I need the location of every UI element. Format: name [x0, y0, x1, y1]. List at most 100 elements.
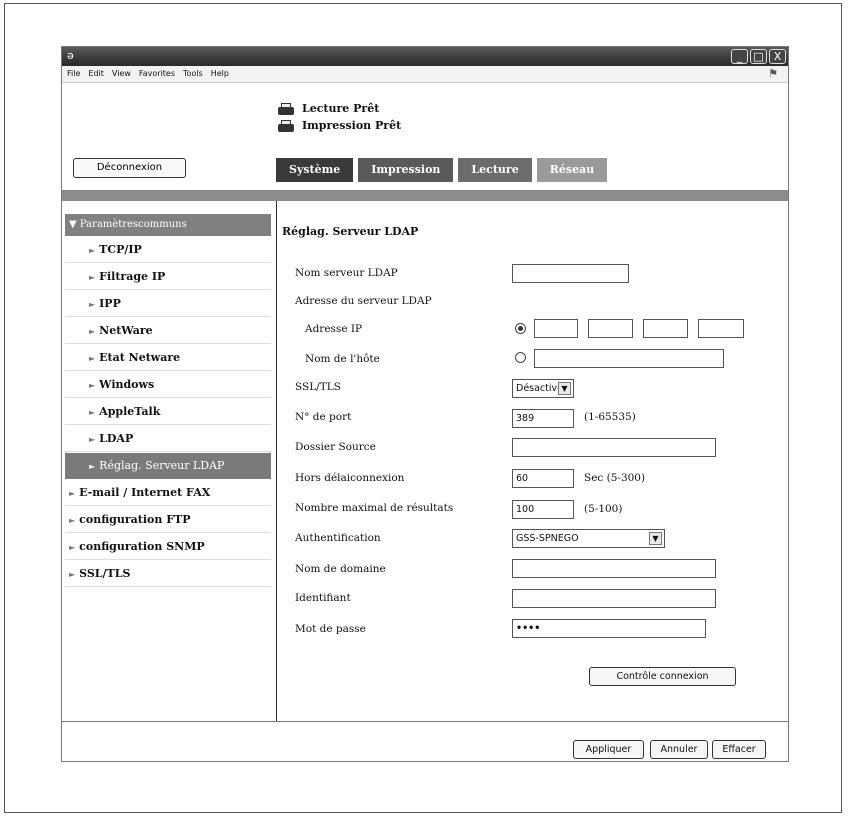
- clear-button[interactable]: Effacer: [712, 740, 766, 759]
- arrow-icon: ►: [89, 380, 96, 390]
- check-connection-button[interactable]: Contrôle connexion: [589, 667, 736, 686]
- title-bar: ə _ □ X: [62, 47, 788, 66]
- footer-divider: [62, 721, 788, 722]
- server-address-label: Adresse du serveur LDAP: [295, 295, 432, 307]
- port-input[interactable]: 389: [512, 409, 574, 428]
- browser-window: ə _ □ X File Edit View Favorites Tools H…: [61, 46, 789, 762]
- sidebar-item-label: LDAP: [99, 432, 134, 445]
- source-folder-input[interactable]: [512, 438, 716, 457]
- sidebar-item-etat-netware[interactable]: ► Etat Netware: [65, 345, 271, 371]
- sidebar-item-windows[interactable]: ► Windows: [65, 372, 271, 398]
- arrow-icon: ►: [69, 515, 76, 525]
- sidebar-item-label: AppleTalk: [99, 405, 161, 418]
- menu-favorites[interactable]: Favorites: [139, 69, 175, 78]
- tab-reseau[interactable]: Réseau: [536, 158, 608, 182]
- sidebar-item-label: TCP/IP: [99, 243, 142, 256]
- collapse-icon: ▼: [69, 219, 80, 230]
- menu-bar: File Edit View Favorites Tools Help ⚑: [62, 66, 788, 83]
- ip-octet-2-input[interactable]: [588, 319, 633, 338]
- password-label: Mot de passe: [295, 623, 366, 635]
- sidebar: ▼ Paramètrescommuns ► TCP/IP ► Filtrage IP…: [62, 201, 276, 721]
- chevron-down-icon: ▼: [558, 382, 571, 395]
- timeout-input[interactable]: 60: [512, 469, 574, 488]
- max-results-hint: (5-100): [584, 503, 623, 515]
- apply-button[interactable]: Appliquer: [573, 740, 644, 759]
- menu-file[interactable]: File: [67, 69, 80, 78]
- sidebar-item-configuration-snmp[interactable]: ► configuration SNMP: [65, 534, 271, 560]
- sidebar-item-label: NetWare: [99, 324, 153, 337]
- max-results-input[interactable]: 100: [512, 500, 574, 519]
- tab-lecture[interactable]: Lecture: [458, 158, 532, 182]
- arrow-icon: ►: [89, 407, 96, 417]
- chevron-down-icon: ▼: [649, 532, 662, 545]
- sidebar-divider: [276, 201, 277, 721]
- ssl-tls-select[interactable]: Désactiver ▼: [512, 379, 574, 398]
- device-status: Lecture Prêt Impression Prêt: [276, 100, 401, 134]
- windows-logo-icon: ⚑: [768, 67, 778, 80]
- arrow-icon: ►: [69, 488, 76, 498]
- sidebar-item-ssl-tls[interactable]: ► SSL/TLS: [65, 561, 271, 587]
- timeout-hint: Sec (5-300): [584, 472, 646, 484]
- sidebar-item-label: configuration FTP: [79, 513, 191, 526]
- ip-octet-3-input[interactable]: [643, 319, 688, 338]
- arrow-icon: ►: [89, 326, 96, 336]
- sidebar-item-email-internet-fax[interactable]: ► E-mail / Internet FAX: [65, 480, 271, 506]
- arrow-icon: ►: [89, 299, 96, 309]
- sidebar-item-filtrage-ip[interactable]: ► Filtrage IP: [65, 264, 271, 290]
- sidebar-header[interactable]: ▼ Paramètrescommuns: [65, 214, 271, 236]
- menu-help[interactable]: Help: [211, 69, 229, 78]
- menu-tools[interactable]: Tools: [183, 69, 203, 78]
- minimize-button[interactable]: _: [731, 49, 748, 64]
- ip-octet-4-input[interactable]: [698, 319, 744, 338]
- hostname-input[interactable]: [534, 349, 724, 368]
- menu-edit[interactable]: Edit: [88, 69, 104, 78]
- tab-underline-bar: [62, 190, 788, 201]
- cancel-button[interactable]: Annuler: [650, 740, 708, 759]
- sidebar-item-ipp[interactable]: ► IPP: [65, 291, 271, 317]
- tab-impression[interactable]: Impression: [358, 158, 454, 182]
- sidebar-item-label: Réglag. Serveur LDAP: [99, 459, 225, 472]
- sidebar-item-ldap[interactable]: ► LDAP: [65, 426, 271, 452]
- authentication-label: Authentification: [295, 532, 381, 544]
- page-title: Réglag. Serveur LDAP: [282, 225, 419, 238]
- server-name-input[interactable]: [512, 264, 629, 283]
- max-results-label: Nombre maximal de résultats: [295, 502, 454, 514]
- port-label: N° de port: [295, 411, 352, 423]
- sidebar-item-label: Filtrage IP: [99, 270, 166, 283]
- sidebar-item-label: IPP: [99, 297, 121, 310]
- arrow-icon: ►: [89, 462, 96, 471]
- hostname-radio[interactable]: [515, 352, 526, 363]
- close-button[interactable]: X: [769, 49, 786, 64]
- sidebar-item-configuration-ftp[interactable]: ► configuration FTP: [65, 507, 271, 533]
- server-name-label: Nom serveur LDAP: [295, 267, 398, 279]
- tab-systeme[interactable]: Système: [276, 158, 354, 182]
- print-status: Impression Prêt: [302, 119, 402, 132]
- maximize-button[interactable]: □: [750, 49, 767, 64]
- arrow-icon: ►: [89, 353, 96, 363]
- identifier-input[interactable]: [512, 589, 716, 608]
- domain-name-input[interactable]: [512, 559, 716, 578]
- sidebar-item-label: E-mail / Internet FAX: [79, 486, 211, 499]
- ip-address-radio[interactable]: [515, 323, 526, 334]
- ip-octet-1-input[interactable]: [534, 319, 578, 338]
- authentication-select[interactable]: GSS-SPNEGO ▼: [512, 529, 665, 548]
- authentication-value: GSS-SPNEGO: [516, 533, 579, 544]
- sidebar-header-label: Paramètrescommuns: [79, 219, 187, 230]
- logout-button[interactable]: Déconnexion: [73, 158, 186, 178]
- sidebar-item-appletalk[interactable]: ► AppleTalk: [65, 399, 271, 425]
- hostname-label: Nom de l'hôte: [305, 353, 380, 365]
- sidebar-item-netware[interactable]: ► NetWare: [65, 318, 271, 344]
- identifier-label: Identifiant: [295, 592, 351, 604]
- arrow-icon: ►: [89, 245, 96, 255]
- arrow-icon: ►: [89, 272, 96, 282]
- printer-icon: [276, 119, 296, 133]
- sidebar-item-reglag-serveur-ldap[interactable]: ► Réglag. Serveur LDAP: [65, 453, 271, 479]
- menu-view[interactable]: View: [112, 69, 131, 78]
- sidebar-item-label: Windows: [99, 378, 155, 391]
- sidebar-item-tcpip[interactable]: ► TCP/IP: [65, 237, 271, 263]
- ip-address-label: Adresse IP: [305, 323, 363, 335]
- password-input[interactable]: ••••: [512, 619, 706, 638]
- scan-status: Lecture Prêt: [302, 102, 380, 115]
- arrow-icon: ►: [89, 434, 96, 444]
- sidebar-item-label: configuration SNMP: [79, 540, 205, 553]
